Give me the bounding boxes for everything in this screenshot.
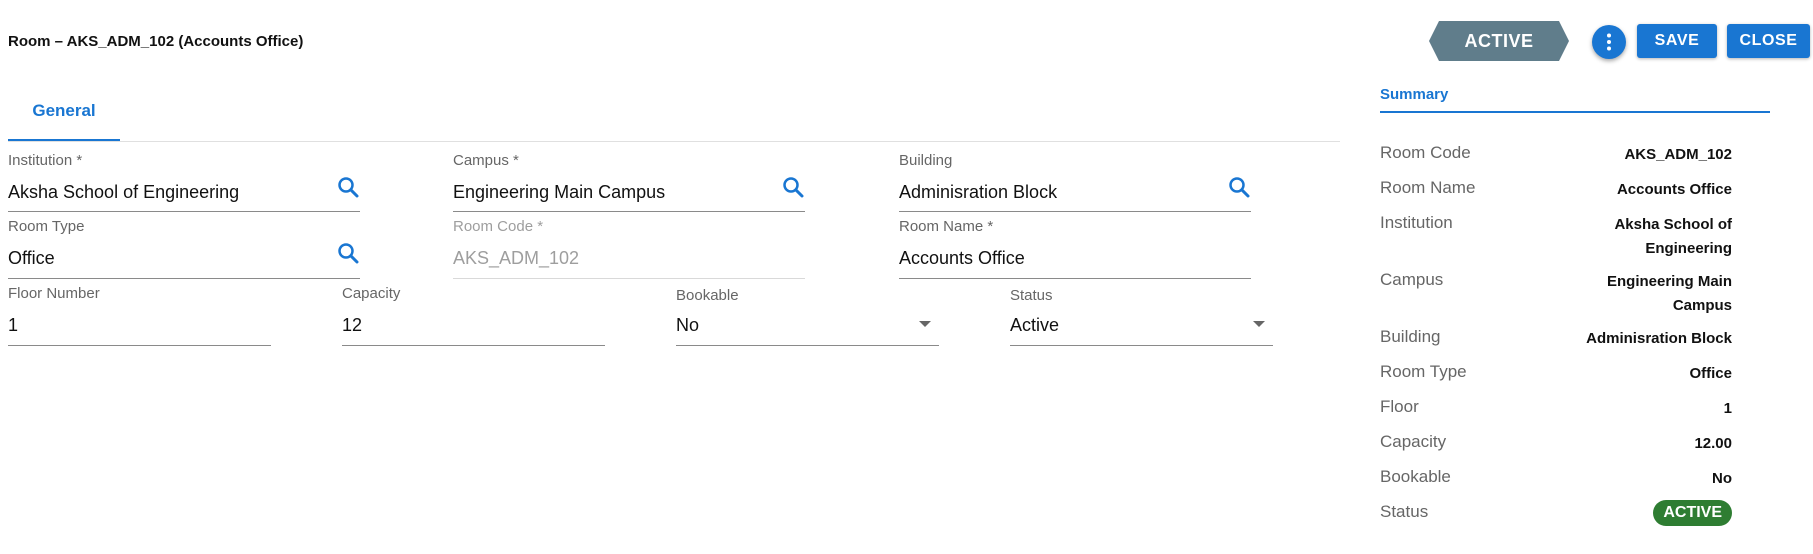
institution-field[interactable]: Institution * Aksha School of Engineerin…: [8, 152, 360, 212]
summary-value: No: [1712, 470, 1732, 487]
bookable-select[interactable]: Bookable No: [676, 287, 939, 346]
summary-value: Office: [1689, 365, 1732, 382]
bookable-value[interactable]: No: [676, 315, 699, 336]
floor-number-value[interactable]: 1: [8, 315, 18, 336]
campus-value[interactable]: Engineering Main Campus: [453, 182, 665, 203]
status-ribbon: ACTIVE: [1429, 21, 1569, 61]
summary-key: Campus: [1380, 270, 1444, 289]
ribbon-left-notch: [1429, 21, 1439, 61]
search-icon[interactable]: [336, 241, 360, 265]
summary-key: Floor: [1380, 397, 1419, 416]
status-value[interactable]: Active: [1010, 315, 1059, 336]
room-name-field[interactable]: Room Name * Accounts Office: [899, 218, 1251, 279]
room-name-label: Room Name *: [899, 218, 994, 235]
ribbon-right-point: [1559, 21, 1569, 61]
room-type-underline: [8, 278, 360, 279]
search-icon[interactable]: [1227, 175, 1251, 199]
room-code-value: AKS_ADM_102: [453, 248, 580, 268]
summary-key: Institution: [1380, 213, 1453, 232]
summary-key: Room Type: [1380, 362, 1467, 381]
status-underline: [1010, 345, 1273, 346]
bookable-underline: [676, 345, 939, 346]
status-select[interactable]: Status Active: [1010, 287, 1273, 346]
campus-underline: [453, 211, 805, 212]
summary-key: Capacity: [1380, 432, 1447, 451]
campus-field[interactable]: Campus * Engineering Main Campus: [453, 152, 805, 212]
save-button[interactable]: SAVE: [1637, 24, 1717, 58]
building-field[interactable]: Building Adminisration Block: [899, 152, 1251, 212]
capacity-underline: [342, 345, 605, 346]
floor-number-underline: [8, 345, 271, 346]
capacity-label: Capacity: [342, 285, 401, 302]
status-label: Status: [1010, 287, 1053, 304]
room-name-value[interactable]: Accounts Office: [899, 248, 1025, 269]
status-ribbon-label: ACTIVE: [1439, 21, 1559, 61]
summary-value: Engineering Main Campus: [1606, 273, 1732, 314]
close-button[interactable]: CLOSE: [1727, 24, 1810, 58]
institution-value[interactable]: Aksha School of Engineering: [8, 182, 239, 203]
floor-number-label: Floor Number: [8, 285, 100, 302]
tab-bar: General: [8, 87, 1340, 142]
room-name-underline: [899, 278, 1251, 279]
status-badge: ACTIVE: [1653, 500, 1732, 526]
summary-key: Bookable: [1380, 467, 1451, 486]
chevron-down-icon[interactable]: [919, 321, 931, 327]
summary-key: Building: [1380, 327, 1441, 346]
search-icon[interactable]: [781, 175, 805, 199]
summary-value: AKS_ADM_102: [1624, 146, 1732, 163]
summary-value: 12.00: [1694, 435, 1732, 452]
bookable-label: Bookable: [676, 287, 739, 304]
building-value[interactable]: Adminisration Block: [899, 182, 1057, 203]
summary-key: Room Name: [1380, 178, 1476, 197]
room-type-label: Room Type: [8, 218, 85, 235]
room-type-field[interactable]: Room Type Office: [8, 218, 360, 279]
page-title: Room – AKS_ADM_102 (Accounts Office): [8, 33, 304, 50]
search-icon[interactable]: [336, 175, 360, 199]
capacity-value[interactable]: 12: [342, 315, 362, 336]
building-label: Building: [899, 152, 953, 169]
tab-general[interactable]: General: [8, 87, 120, 141]
chevron-down-icon[interactable]: [1253, 321, 1265, 327]
institution-underline: [8, 211, 360, 212]
summary-value: 1: [1723, 400, 1732, 417]
summary-title: Summary: [1380, 86, 1770, 113]
institution-label: Institution *: [8, 152, 83, 169]
room-code-label: Room Code *: [453, 218, 544, 235]
summary-value: Adminisration Block: [1586, 330, 1732, 347]
campus-label: Campus *: [453, 152, 519, 169]
building-underline: [899, 211, 1251, 212]
more-actions-button[interactable]: [1592, 25, 1626, 59]
summary-key: Room Code: [1380, 143, 1471, 162]
summary-value: Accounts Office: [1616, 181, 1732, 198]
more-vertical-icon: [1607, 33, 1611, 51]
room-code-field: Room Code * AKS_ADM_102: [453, 218, 805, 279]
capacity-field[interactable]: Capacity 12: [342, 285, 605, 346]
floor-number-field[interactable]: Floor Number 1: [8, 285, 271, 346]
summary-value: Aksha School of Engineering: [1614, 216, 1732, 257]
summary-panel: Summary Room Code AKS_ADM_102 Room Name …: [1380, 86, 1770, 526]
room-type-value[interactable]: Office: [8, 248, 55, 269]
room-code-underline: [453, 278, 805, 279]
summary-key: Status: [1380, 502, 1429, 521]
